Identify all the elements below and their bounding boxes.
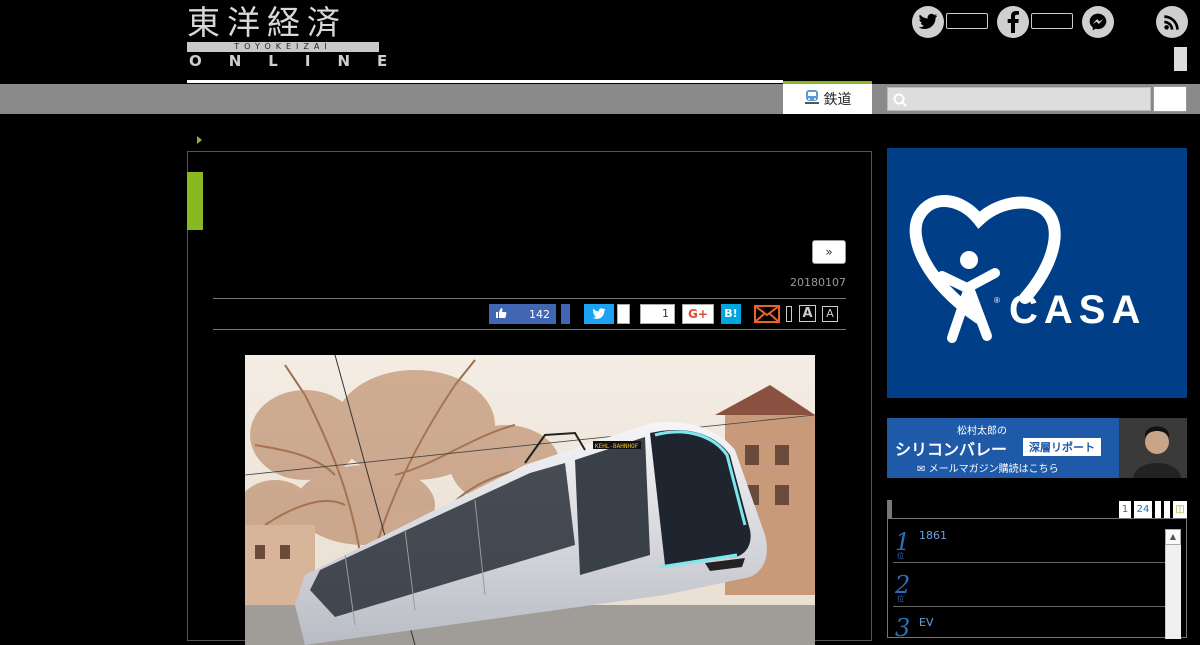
casa-ad-banner[interactable]: ® CASA (887, 148, 1187, 398)
ranking-tab-1h[interactable]: 1 (1119, 501, 1131, 518)
nav-tab-railway[interactable]: 鉄道 (783, 81, 872, 114)
google-plus-button[interactable]: G+ (682, 304, 714, 324)
title-accent-bar (187, 172, 203, 230)
search-button[interactable] (1153, 86, 1187, 112)
facebook-icon[interactable] (997, 6, 1029, 38)
font-size-large-button[interactable]: A (799, 305, 816, 322)
ranking-header-bar (887, 500, 892, 518)
train-icon (804, 89, 820, 109)
author-photo (1119, 418, 1187, 478)
ranking-unit: 位 (897, 595, 904, 603)
print-button[interactable] (786, 306, 792, 322)
ad-cta: ✉ メールマガジン購読はこちら (917, 464, 1059, 475)
breadcrumb-arrow-icon (197, 136, 202, 144)
messenger-icon[interactable] (1082, 6, 1114, 38)
ad-author: 松村太郎の (957, 426, 1007, 437)
search-input[interactable] (887, 87, 1151, 111)
ranking-tab-weekly[interactable] (1155, 501, 1161, 518)
tweet-count-box (617, 304, 630, 324)
twitter-bird-icon (592, 305, 606, 324)
ranking-tab-list-icon[interactable]: ◫ (1173, 501, 1187, 518)
share-divider-bottom (213, 329, 846, 330)
font-size-small-button[interactable]: A (822, 306, 838, 322)
like-count: 142 (529, 307, 550, 321)
svg-text:®: ® (994, 296, 1000, 305)
facebook-share-button[interactable] (561, 304, 570, 324)
thumbs-up-icon (495, 307, 507, 322)
logo-online: ONLINE (189, 52, 415, 70)
envelope-icon: ✉ (917, 464, 926, 475)
share-divider-top (213, 298, 846, 299)
facebook-count-box (1031, 13, 1073, 29)
twitter-count-box (946, 13, 988, 29)
hatena-bookmark-button[interactable]: B! (721, 304, 741, 324)
logo-subtitle: TOYOKEIZAI (187, 42, 379, 52)
ranking-scrollbar[interactable] (1165, 529, 1181, 639)
ranking-tab-monthly[interactable] (1164, 501, 1170, 518)
ranking-item-title[interactable]: 1861 (919, 529, 947, 542)
pocket-button[interactable]: 1 (640, 304, 675, 324)
scroll-up-arrow-icon[interactable]: ▲ (1165, 529, 1181, 545)
ad-subtitle: 深層リポート (1023, 438, 1101, 456)
site-logo[interactable]: 東洋経済 TOYOKEIZAI ONLINE (187, 3, 387, 70)
nav-top-line (187, 80, 783, 83)
casa-logo-icon: ® (909, 195, 1061, 343)
next-page-button[interactable]: » (812, 240, 846, 264)
ranking-separator (893, 606, 1165, 607)
logo-kanji: 東洋経済 (187, 3, 347, 42)
rss-icon[interactable] (1156, 6, 1188, 38)
facebook-like-button[interactable]: 142 (489, 304, 556, 324)
svg-text:KEHL-BAHNHOF: KEHL-BAHNHOF (595, 443, 639, 450)
ranking-unit: 位 (897, 552, 904, 560)
twitter-icon[interactable] (912, 6, 944, 38)
mail-icon[interactable] (754, 305, 780, 327)
ranking-number: 3 (895, 614, 911, 642)
ranking-item-title[interactable]: EV (919, 616, 933, 629)
publish-date: 20180107 (790, 276, 846, 289)
casa-brand-text: CASA (1009, 288, 1147, 332)
nav-tab-label: 鉄道 (823, 92, 852, 108)
silicon-valley-ad-banner[interactable]: 松村太郎の シリコンバレー 深層リポート ✉ メールマガジン購読はこちら (887, 418, 1187, 478)
ranking-tab-24h[interactable]: 24 (1134, 501, 1152, 518)
ad-title: シリコンバレー (895, 440, 1008, 459)
article-main-image: KEHL-BAHNHOF (245, 355, 815, 645)
search-icon (893, 92, 907, 111)
tweet-button[interactable] (584, 304, 614, 324)
ranking-separator (893, 562, 1165, 563)
header-side-button[interactable] (1174, 47, 1187, 71)
